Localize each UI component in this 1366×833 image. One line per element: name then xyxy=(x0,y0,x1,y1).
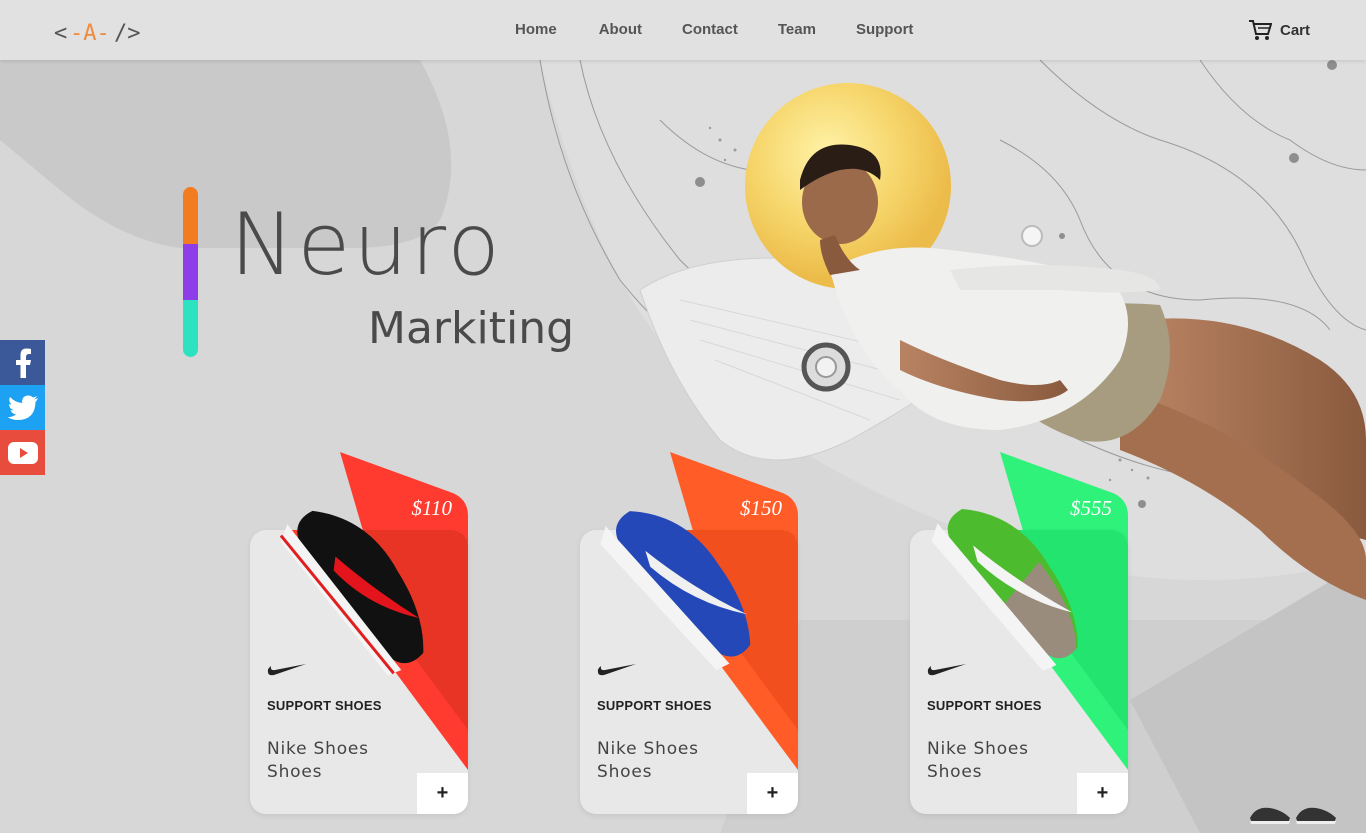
nike-swoosh-icon xyxy=(927,664,966,676)
add-to-cart-button[interactable]: + xyxy=(747,773,798,814)
facebook-link[interactable] xyxy=(0,340,45,385)
product-category: SUPPORT SHOES xyxy=(267,698,382,713)
svg-text:/>: /> xyxy=(114,21,141,46)
corner-shoes-image xyxy=(1250,807,1336,824)
twitter-link[interactable] xyxy=(0,385,45,430)
nav-contact[interactable]: Contact xyxy=(682,20,738,40)
cart-label: Cart xyxy=(1280,21,1311,39)
nav-about[interactable]: About xyxy=(599,20,642,40)
nike-swoosh-icon xyxy=(597,664,636,676)
brand-logo[interactable]: < -A- /> xyxy=(54,10,164,52)
top-navbar: < -A- /> Home About Contact Team Support… xyxy=(0,0,1366,60)
social-sidebar xyxy=(0,340,45,475)
svg-text:<: < xyxy=(54,21,67,46)
product-name: Nike Shoes Shoes xyxy=(927,739,1029,782)
youtube-icon xyxy=(7,441,38,464)
product-category: SUPPORT SHOES xyxy=(927,698,1042,713)
product-name: Nike Shoes Shoes xyxy=(267,739,369,782)
nav-links: Home About Contact Team Support xyxy=(515,20,953,40)
nike-swoosh-icon xyxy=(267,664,306,676)
hero-title: Neuro xyxy=(230,195,503,295)
product-price: $110 xyxy=(411,496,452,520)
cart-button[interactable]: Cart xyxy=(1248,18,1310,42)
svg-text:-A-: -A- xyxy=(70,21,110,46)
nav-team[interactable]: Team xyxy=(778,20,816,40)
product-price: $150 xyxy=(740,496,782,520)
twitter-icon xyxy=(7,395,38,420)
product-category: SUPPORT SHOES xyxy=(597,698,712,713)
youtube-link[interactable] xyxy=(0,430,45,475)
nav-home[interactable]: Home xyxy=(515,20,557,40)
facebook-icon xyxy=(15,348,31,378)
product-price: $555 xyxy=(1070,496,1112,520)
add-to-cart-button[interactable]: + xyxy=(417,773,468,814)
product-card: $150 SUPPORT SHOES Nike Shoes Shoes + xyxy=(580,452,798,814)
nav-support[interactable]: Support xyxy=(856,20,914,40)
cart-icon xyxy=(1249,20,1272,40)
accent-bar xyxy=(183,187,198,357)
add-to-cart-button[interactable]: + xyxy=(1077,773,1128,814)
product-card: $110 SUPPORT SHOES Nike Shoes Shoes + xyxy=(250,452,468,814)
product-card: $555 SUPPORT SHOES Nike Shoes Shoes + xyxy=(910,452,1128,814)
product-name: Nike Shoes Shoes xyxy=(597,739,699,782)
